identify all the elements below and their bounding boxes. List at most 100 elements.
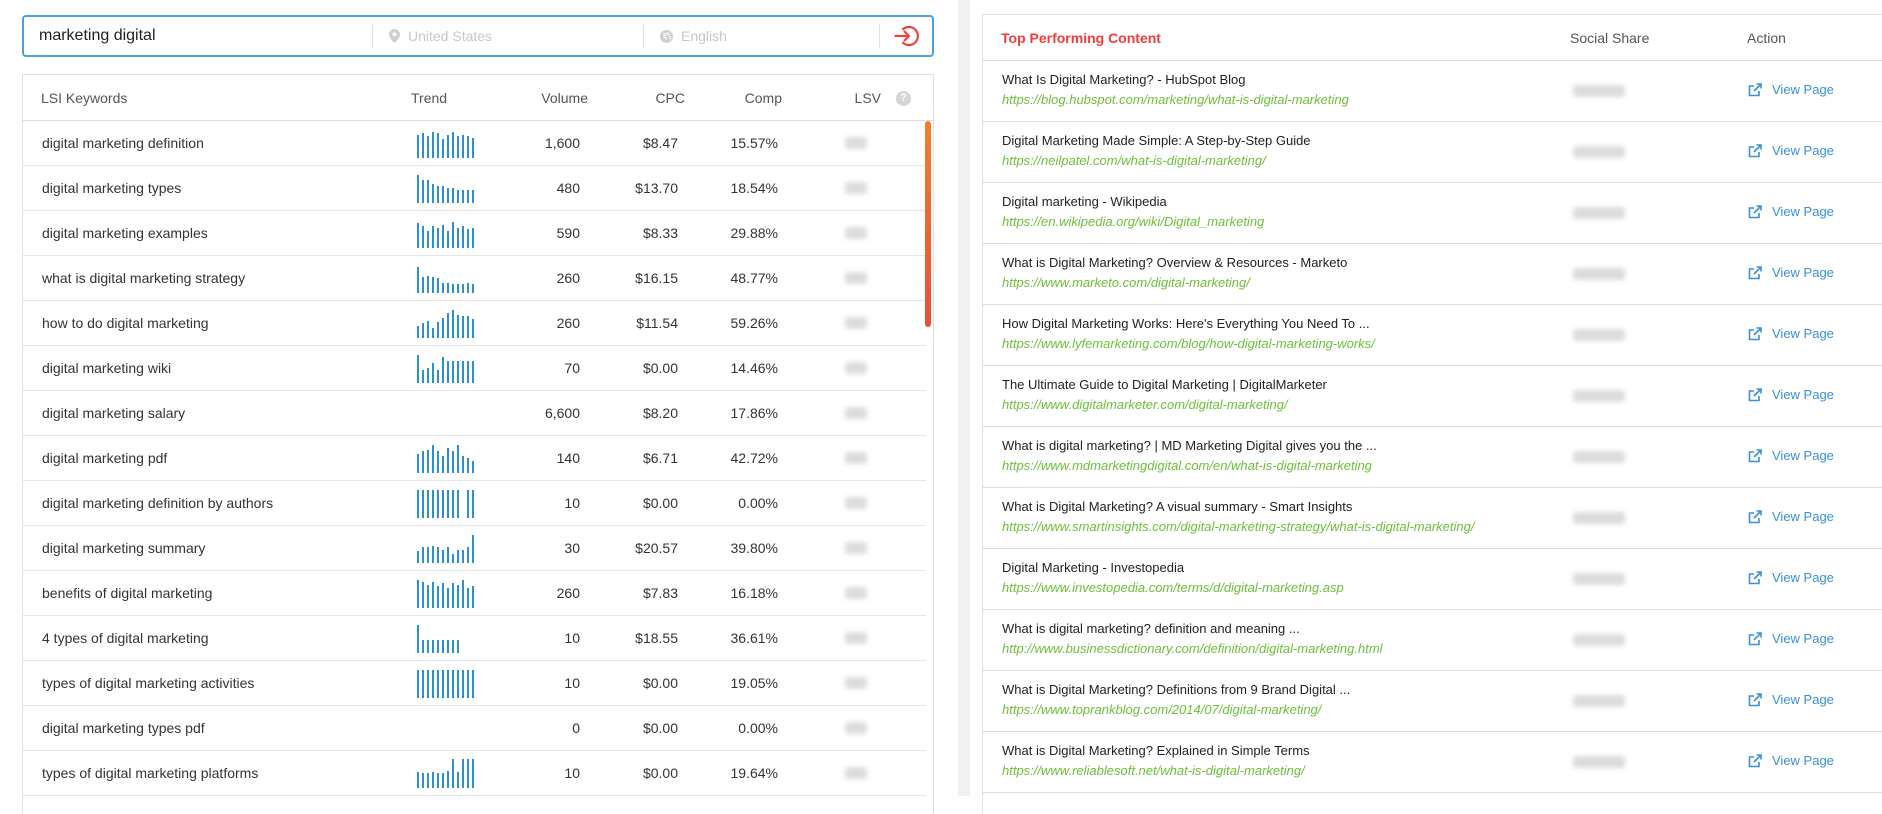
view-page-button[interactable]: View Page [1748, 692, 1834, 707]
table-row[interactable]: types of digital marketing platforms 10 $0… [23, 751, 926, 796]
view-page-button[interactable]: View Page [1748, 753, 1834, 768]
lsv-blurred-value [845, 542, 867, 554]
trend-bar [432, 184, 434, 203]
table-row[interactable]: digital marketing salary 6,600 $8.20 17.86% [23, 391, 926, 436]
keyword-cell[interactable]: digital marketing types pdf [42, 720, 205, 736]
table-row[interactable]: digital marketing examples 590 $8.33 29.88% [23, 211, 926, 256]
content-url-link[interactable]: https://www.digitalmarketer.com/digital-… [1002, 397, 1288, 412]
content-title: What Is Digital Marketing? - HubSpot Blo… [1002, 72, 1246, 87]
view-page-button[interactable]: View Page [1748, 387, 1834, 402]
content-url-link[interactable]: http://www.businessdictionary.com/defini… [1002, 641, 1383, 656]
view-page-button[interactable]: View Page [1748, 326, 1834, 341]
content-url-link[interactable]: https://www.smartinsights.com/digital-ma… [1002, 519, 1475, 534]
trend-bar [462, 135, 464, 158]
trend-bar [467, 190, 469, 203]
volume-cell: 6,600 [544, 405, 580, 421]
content-url-link[interactable]: https://www.mdmarketingdigital.com/en/wh… [1002, 458, 1372, 473]
header-comp[interactable]: Comp [745, 90, 782, 106]
trend-bar [437, 133, 439, 158]
top-content-pane: Top Performing Content Social Share Acti… [970, 0, 1882, 814]
keyword-cell[interactable]: types of digital marketing platforms [42, 765, 258, 781]
keyword-cell[interactable]: digital marketing examples [42, 225, 208, 241]
help-icon[interactable]: ? [896, 91, 911, 106]
table-row[interactable]: digital marketing definition by authors 1… [23, 481, 926, 526]
header-cpc[interactable]: CPC [655, 90, 685, 106]
language-selector[interactable]: English [644, 17, 879, 55]
social-share-blurred [1573, 451, 1625, 463]
trend-bar [462, 550, 464, 563]
keyword-cell[interactable]: digital marketing wiki [42, 360, 171, 376]
view-page-label: View Page [1772, 692, 1834, 707]
keyword-cell[interactable]: digital marketing pdf [42, 450, 167, 466]
header-volume[interactable]: Volume [541, 90, 588, 106]
keyword-cell[interactable]: digital marketing definition [42, 135, 204, 151]
country-selector[interactable]: United States [373, 17, 643, 55]
scroll-thumb[interactable] [925, 121, 931, 327]
table-row[interactable]: digital marketing types 480 $13.70 18.54% [23, 166, 926, 211]
table-row[interactable]: digital marketing wiki 70 $0.00 14.46% [23, 346, 926, 391]
content-row: Digital Marketing - Investopedia https://… [983, 549, 1882, 610]
content-row: What is digital marketing? | MD Marketin… [983, 427, 1882, 488]
keyword-cell[interactable]: what is digital marketing strategy [42, 270, 245, 286]
trend-bar [447, 361, 449, 383]
keyword-cell[interactable]: digital marketing types [42, 180, 181, 196]
keyword-cell[interactable]: benefits of digital marketing [42, 585, 212, 601]
trend-bar [417, 772, 419, 788]
view-page-button[interactable]: View Page [1748, 631, 1834, 646]
view-page-button[interactable]: View Page [1748, 265, 1834, 280]
trend-bar [447, 188, 449, 203]
lsi-scrollbar[interactable] [925, 121, 931, 814]
content-url-link[interactable]: https://www.marketo.com/digital-marketin… [1002, 275, 1250, 290]
trend-bar [457, 445, 459, 473]
trend-bar [442, 225, 444, 248]
trend-bar [452, 284, 454, 293]
keyword-cell[interactable]: digital marketing definition by authors [42, 495, 273, 511]
trend-bar [472, 670, 474, 698]
table-row[interactable]: what is digital marketing strategy 260 $16… [23, 256, 926, 301]
search-submit-button[interactable] [882, 17, 932, 55]
view-page-button[interactable]: View Page [1748, 570, 1834, 585]
external-link-icon [1748, 509, 1762, 523]
keyword-cell[interactable]: digital marketing salary [42, 405, 185, 421]
trend-bar [467, 361, 469, 383]
content-url-link[interactable]: https://www.investopedia.com/terms/d/dig… [1002, 580, 1344, 595]
keyword-cell[interactable]: digital marketing summary [42, 540, 205, 556]
keyword-cell[interactable]: types of digital marketing activities [42, 675, 254, 691]
trend-sparkline [417, 759, 475, 788]
comp-cell: 39.80% [730, 540, 778, 556]
content-url-link[interactable]: https://www.reliablesoft.net/what-is-dig… [1002, 763, 1305, 778]
keyword-cell[interactable]: how to do digital marketing [42, 315, 209, 331]
view-page-button[interactable]: View Page [1748, 448, 1834, 463]
table-row[interactable]: types of digital marketing activities 10 $… [23, 661, 926, 706]
external-link-icon [1748, 387, 1762, 401]
comp-cell: 36.61% [730, 630, 778, 646]
comp-cell: 19.05% [730, 675, 778, 691]
content-url-link[interactable]: https://blog.hubspot.com/marketing/what-… [1002, 92, 1349, 107]
table-row[interactable]: benefits of digital marketing 260 $7.83 16.… [23, 571, 926, 616]
table-row[interactable]: digital marketing pdf 140 $6.71 42.72% [23, 436, 926, 481]
content-url-link[interactable]: https://neilpatel.com/what-is-digital-ma… [1002, 153, 1266, 168]
keyword-input[interactable] [24, 17, 372, 55]
trend-bar [447, 490, 449, 518]
table-row[interactable]: digital marketing summary 30 $20.57 39.80% [23, 526, 926, 571]
table-row[interactable]: digital marketing types pdf 0 $0.00 0.00% [23, 706, 926, 751]
view-page-button[interactable]: View Page [1748, 204, 1834, 219]
view-page-button[interactable]: View Page [1748, 82, 1834, 97]
view-page-button[interactable]: View Page [1748, 509, 1834, 524]
trend-bar [472, 228, 474, 248]
table-row[interactable]: digital marketing definition 1,600 $8.47 15… [23, 121, 926, 166]
content-url-link[interactable]: https://www.lyfemarketing.com/blog/how-d… [1002, 336, 1375, 351]
lsi-rows: digital marketing definition 1,600 $8.47 15… [23, 121, 933, 796]
header-lsv[interactable]: LSV [855, 90, 881, 106]
social-share-blurred [1573, 512, 1625, 524]
table-row[interactable]: 4 types of digital marketing 10 $18.55 36.6… [23, 616, 926, 661]
trend-bar [457, 670, 459, 698]
view-page-button[interactable]: View Page [1748, 143, 1834, 158]
content-url-link[interactable]: https://en.wikipedia.org/wiki/Digital_ma… [1002, 214, 1264, 229]
table-row[interactable]: how to do digital marketing 260 $11.54 59.2… [23, 301, 926, 346]
keyword-cell[interactable]: 4 types of digital marketing [42, 630, 209, 646]
content-title: What is Digital Marketing? Overview & Re… [1002, 255, 1348, 270]
header-keyword[interactable]: LSI Keywords [41, 90, 127, 106]
trend-sparkline [417, 444, 475, 473]
content-url-link[interactable]: https://www.toprankblog.com/2014/07/digi… [1002, 702, 1321, 717]
